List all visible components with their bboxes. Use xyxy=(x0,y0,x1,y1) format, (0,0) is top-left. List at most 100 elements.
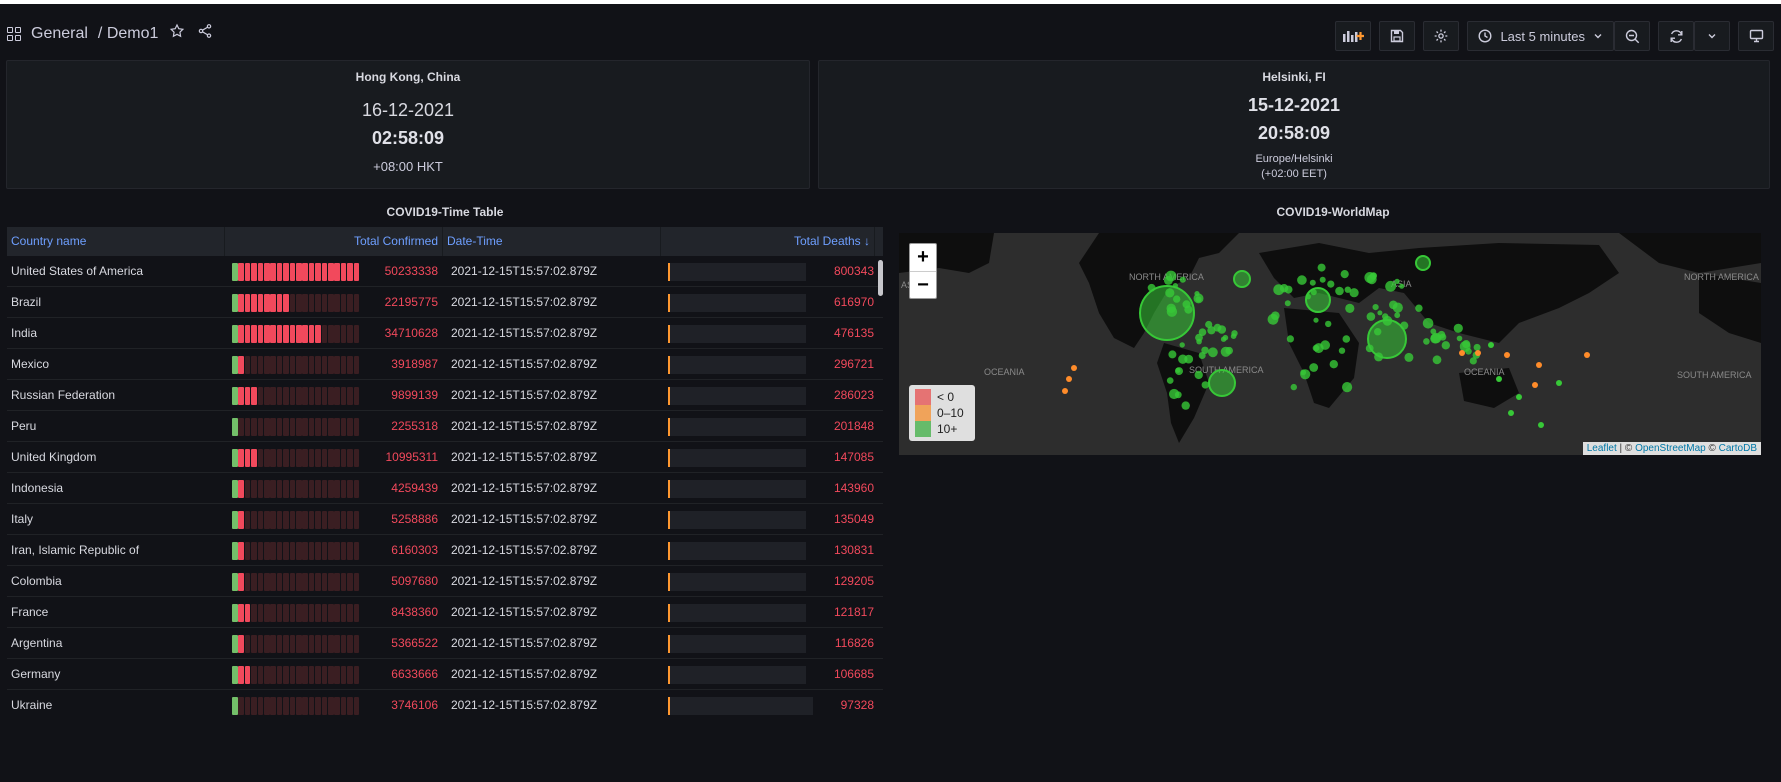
country-marker[interactable] xyxy=(1222,334,1229,341)
country-marker[interactable] xyxy=(1181,401,1190,410)
country-marker[interactable] xyxy=(1365,344,1374,353)
country-marker[interactable] xyxy=(1516,394,1522,400)
country-marker[interactable] xyxy=(1175,367,1181,373)
country-marker[interactable] xyxy=(1165,288,1175,298)
country-marker[interactable] xyxy=(1184,354,1194,364)
country-marker[interactable] xyxy=(1400,321,1409,330)
country-marker[interactable] xyxy=(1465,348,1472,355)
column-header-country[interactable]: Country name xyxy=(7,227,225,256)
country-marker[interactable] xyxy=(1404,352,1414,362)
country-marker[interactable] xyxy=(1329,360,1338,369)
share-icon[interactable] xyxy=(196,23,214,44)
country-marker[interactable] xyxy=(1389,300,1398,310)
country-marker[interactable] xyxy=(1284,300,1291,307)
country-marker[interactable] xyxy=(1207,326,1216,335)
country-marker[interactable] xyxy=(1286,335,1294,343)
country-marker[interactable] xyxy=(1422,318,1434,329)
country-marker[interactable] xyxy=(1166,303,1176,313)
country-marker[interactable] xyxy=(1349,288,1359,298)
country-marker[interactable] xyxy=(1459,350,1465,356)
country-marker[interactable] xyxy=(1300,369,1311,380)
country-marker[interactable] xyxy=(1372,304,1379,311)
country-marker[interactable] xyxy=(1313,317,1319,323)
osm-link[interactable]: OpenStreetMap xyxy=(1635,443,1706,454)
country-marker[interactable] xyxy=(1163,275,1173,285)
country-marker[interactable] xyxy=(1172,283,1178,289)
zoom-in-button[interactable]: + xyxy=(910,244,936,271)
country-marker[interactable] xyxy=(1584,352,1590,358)
country-marker[interactable] xyxy=(1309,279,1316,286)
leaflet-link[interactable]: Leaflet xyxy=(1587,443,1617,454)
country-marker[interactable] xyxy=(1338,347,1346,354)
country-marker[interactable] xyxy=(1327,280,1335,288)
table-scrollbar[interactable] xyxy=(878,260,883,296)
country-marker[interactable] xyxy=(1208,369,1236,397)
country-marker[interactable] xyxy=(1208,347,1218,358)
country-marker[interactable] xyxy=(1325,320,1332,328)
country-marker[interactable] xyxy=(1394,312,1401,319)
country-marker[interactable] xyxy=(1309,363,1319,372)
country-marker[interactable] xyxy=(1305,293,1311,300)
country-marker[interactable] xyxy=(1166,377,1174,384)
country-marker[interactable] xyxy=(1441,341,1450,350)
panel-title[interactable]: Helsinki, FI xyxy=(819,70,1769,84)
panel-title[interactable]: COVID19-WorldMap xyxy=(896,205,1770,219)
country-marker[interactable] xyxy=(1173,295,1181,303)
carto-link[interactable]: CartoDB xyxy=(1719,443,1757,454)
breadcrumb-dashboard[interactable]: / Demo1 xyxy=(98,25,158,43)
country-marker[interactable] xyxy=(1267,313,1279,325)
country-marker[interactable] xyxy=(1385,280,1396,292)
save-dashboard-button[interactable] xyxy=(1379,21,1416,51)
refresh-interval-picker[interactable] xyxy=(1694,21,1730,51)
panel-title[interactable]: Hong Kong, China xyxy=(7,70,809,84)
country-marker[interactable] xyxy=(1394,278,1400,284)
country-marker[interactable] xyxy=(1462,340,1471,349)
country-marker[interactable] xyxy=(1366,312,1376,321)
country-marker[interactable] xyxy=(1297,275,1307,285)
country-marker[interactable] xyxy=(1538,422,1544,428)
country-marker[interactable] xyxy=(1066,376,1072,382)
country-marker[interactable] xyxy=(1456,335,1463,342)
country-marker[interactable] xyxy=(1169,388,1180,400)
country-marker[interactable] xyxy=(1147,283,1156,292)
country-marker[interactable] xyxy=(1196,338,1202,345)
breadcrumb-folder[interactable]: General xyxy=(31,25,88,43)
time-range-picker[interactable]: Last 5 minutes xyxy=(1467,21,1614,51)
country-marker[interactable] xyxy=(1317,263,1326,272)
country-marker[interactable] xyxy=(1377,310,1383,316)
country-marker[interactable] xyxy=(1179,276,1186,283)
country-marker[interactable] xyxy=(1195,296,1202,303)
country-marker[interactable] xyxy=(1279,284,1289,293)
zoom-out-button[interactable]: − xyxy=(910,271,936,298)
country-marker[interactable] xyxy=(1430,332,1442,344)
country-marker[interactable] xyxy=(1374,328,1382,336)
country-marker[interactable] xyxy=(1399,283,1405,289)
tv-mode-button[interactable] xyxy=(1738,21,1774,51)
country-marker[interactable] xyxy=(1340,270,1349,279)
country-marker[interactable] xyxy=(1345,303,1355,313)
country-marker[interactable] xyxy=(1556,380,1562,386)
country-marker[interactable] xyxy=(1536,362,1542,368)
country-marker[interactable] xyxy=(1342,382,1353,393)
country-marker[interactable] xyxy=(1508,410,1514,416)
apps-grid-icon[interactable] xyxy=(7,26,21,41)
country-marker[interactable] xyxy=(1217,325,1227,334)
column-header-confirmed[interactable]: Total Confirmed xyxy=(225,227,443,256)
country-marker[interactable] xyxy=(1415,255,1431,271)
country-marker[interactable] xyxy=(1374,352,1384,362)
country-marker[interactable] xyxy=(1473,343,1481,351)
country-marker[interactable] xyxy=(1071,365,1077,371)
refresh-button[interactable] xyxy=(1658,21,1694,51)
column-header-deaths[interactable]: Total Deaths ↓ xyxy=(661,227,875,256)
country-marker[interactable] xyxy=(1423,338,1430,345)
country-marker[interactable] xyxy=(1231,330,1238,337)
country-marker[interactable] xyxy=(1382,315,1393,326)
country-marker[interactable] xyxy=(1342,335,1351,343)
country-marker[interactable] xyxy=(1496,376,1502,382)
zoom-out-time-button[interactable] xyxy=(1614,21,1650,51)
country-marker[interactable] xyxy=(1488,342,1494,348)
country-marker[interactable] xyxy=(1319,276,1326,283)
country-marker[interactable] xyxy=(1182,300,1191,309)
star-icon[interactable] xyxy=(168,23,186,44)
country-marker[interactable] xyxy=(1453,323,1463,333)
